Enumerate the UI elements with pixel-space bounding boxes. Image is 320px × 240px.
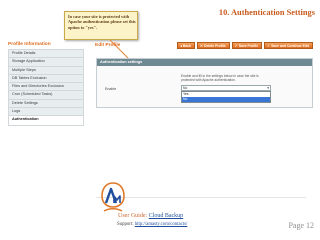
- sidebar-item-storage-application[interactable]: Storage Application: [9, 58, 83, 67]
- sidebar-item-delete-settings[interactable]: Delete Settings: [9, 100, 83, 109]
- option-no[interactable]: No: [182, 97, 270, 102]
- sidebar-title: Profile Information: [8, 42, 51, 47]
- main-content: Edit Profile ◂ Back ✕ Delete Profile ✓ S…: [92, 42, 313, 108]
- back-button[interactable]: ◂ Back: [177, 42, 195, 49]
- save-continue-icon: ✓: [267, 43, 271, 48]
- save-icon: ✓: [234, 43, 238, 48]
- save-profile-label: Save Profile: [238, 43, 259, 48]
- callout-note: In case your site is protected with Apac…: [64, 11, 138, 40]
- amasty-logo: [101, 182, 125, 212]
- sidebar-list: Profile Details Storage Application Mult…: [8, 49, 84, 126]
- sidebar-item-profile-details[interactable]: Profile Details: [9, 50, 83, 59]
- header-row: Edit Profile ◂ Back ✕ Delete Profile ✓ S…: [92, 42, 313, 52]
- sidebar-item-files-exclusion[interactable]: Files and Directories Exclusion: [9, 83, 83, 92]
- delete-profile-button[interactable]: ✕ Delete Profile: [196, 42, 230, 49]
- enable-label: Enable: [105, 87, 117, 91]
- delete-icon: ✕: [199, 43, 203, 48]
- authentication-settings-section: Authentication settings Enable and fill …: [96, 58, 313, 108]
- page-title: Edit Profile: [95, 43, 121, 48]
- page-number: Page 12: [288, 221, 314, 230]
- save-profile-button[interactable]: ✓ Save Profile: [231, 42, 263, 49]
- back-button-label: Back: [182, 43, 191, 48]
- support-link[interactable]: http://amasty.com/contacts/: [135, 222, 188, 227]
- section-title: Authentication settings: [97, 59, 312, 66]
- action-buttons: ◂ Back ✕ Delete Profile ✓ Save Profile ✓…: [177, 42, 313, 49]
- sidebar: Profile Information Profile Details Stor…: [8, 42, 84, 126]
- sidebar-item-authentication[interactable]: Authentication: [9, 116, 83, 125]
- user-guide-line: User Guide: Cloud Backup: [118, 213, 183, 219]
- user-guide-link[interactable]: Cloud Backup: [149, 213, 184, 219]
- footer-divider: [96, 197, 306, 198]
- sidebar-item-db-tables-exclusion[interactable]: DB Tables Exclusion: [9, 75, 83, 84]
- document-title: 10. Authentication Settings: [218, 8, 315, 17]
- sidebar-item-logs[interactable]: Logs: [9, 108, 83, 117]
- sidebar-item-multiple-steps[interactable]: Multiple Steps: [9, 67, 83, 75]
- support-prefix: Support:: [117, 222, 135, 227]
- note-line-2: protected with Apache authentication.: [181, 78, 236, 83]
- arrow-left-icon: ◂: [180, 43, 182, 48]
- section-note: Enable and fill in the settings below in…: [181, 74, 259, 83]
- save-continue-button[interactable]: ✓ Save and Continue Edit: [264, 42, 313, 49]
- user-guide-prefix: User Guide:: [118, 213, 149, 219]
- support-line: Support: http://amasty.com/contacts/: [117, 222, 187, 227]
- save-continue-label: Save and Continue Edit: [271, 43, 309, 48]
- enable-options-list: Yes No: [181, 91, 271, 103]
- callout-line-3: option to "yes".: [68, 24, 98, 30]
- delete-profile-label: Delete Profile: [204, 43, 226, 48]
- chevron-down-icon: ▾: [267, 86, 269, 90]
- sidebar-item-cron[interactable]: Cron (Scheduled Tasks): [9, 91, 83, 100]
- enable-select-value: No: [183, 86, 188, 90]
